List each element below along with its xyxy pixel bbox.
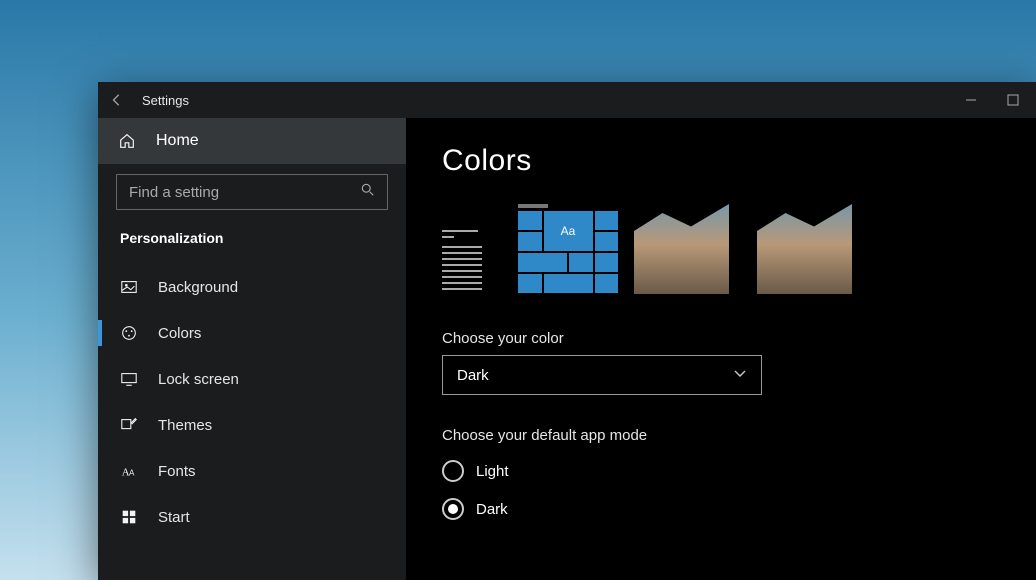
main-panel: Colors A bbox=[406, 118, 1036, 580]
search-input[interactable]: Find a setting bbox=[116, 174, 388, 210]
sidebar-item-label: Start bbox=[158, 509, 190, 526]
home-nav[interactable]: Home bbox=[98, 118, 406, 164]
home-icon bbox=[118, 132, 136, 150]
preview-start-menu: Aa bbox=[518, 204, 618, 294]
window-controls bbox=[964, 93, 1030, 107]
svg-text:A: A bbox=[129, 469, 135, 478]
sample-text-tile: Aa bbox=[544, 211, 593, 251]
radio-icon bbox=[442, 498, 464, 520]
font-icon: AA bbox=[120, 462, 138, 480]
content: Home Find a setting Personalization Back… bbox=[98, 118, 1036, 580]
home-label: Home bbox=[156, 132, 199, 150]
sidebar-item-label: Background bbox=[158, 279, 238, 296]
radio-icon bbox=[442, 460, 464, 482]
sidebar-item-label: Themes bbox=[158, 417, 212, 434]
page-title: Colors bbox=[442, 144, 1020, 178]
color-mode-label: Choose your color bbox=[442, 330, 1020, 347]
sidebar-item-themes[interactable]: Themes bbox=[98, 402, 406, 448]
app-title: Settings bbox=[142, 93, 189, 108]
sidebar: Home Find a setting Personalization Back… bbox=[98, 118, 406, 580]
picture-icon bbox=[120, 278, 138, 296]
palette-icon bbox=[120, 324, 138, 342]
titlebar-left: Settings bbox=[110, 93, 189, 108]
app-mode-light[interactable]: Light bbox=[442, 452, 1020, 490]
sidebar-item-label: Colors bbox=[158, 325, 201, 342]
color-mode-dropdown[interactable]: Dark bbox=[442, 355, 762, 395]
titlebar: Settings bbox=[98, 82, 1036, 118]
preview-system bbox=[442, 230, 502, 294]
start-icon bbox=[120, 508, 138, 526]
sidebar-item-colors[interactable]: Colors bbox=[98, 310, 406, 356]
preview-desktop bbox=[634, 204, 852, 294]
sidebar-item-fonts[interactable]: AA Fonts bbox=[98, 448, 406, 494]
monitor-icon bbox=[120, 370, 138, 388]
maximize-button[interactable] bbox=[1006, 93, 1020, 107]
radio-label: Dark bbox=[476, 501, 508, 518]
search-placeholder: Find a setting bbox=[129, 184, 219, 201]
app-mode-label: Choose your default app mode bbox=[442, 427, 1020, 444]
category-label: Personalization bbox=[98, 224, 406, 264]
search-wrap: Find a setting bbox=[98, 164, 406, 224]
app-mode-dark[interactable]: Dark bbox=[442, 490, 1020, 528]
sidebar-item-lock-screen[interactable]: Lock screen bbox=[98, 356, 406, 402]
back-icon[interactable] bbox=[110, 93, 124, 107]
color-mode-value: Dark bbox=[457, 367, 489, 384]
search-icon bbox=[361, 183, 375, 201]
brush-icon bbox=[120, 416, 138, 434]
sidebar-item-label: Fonts bbox=[158, 463, 196, 480]
settings-window: Settings Home Find a setting bbox=[98, 82, 1036, 580]
sidebar-item-background[interactable]: Background bbox=[98, 264, 406, 310]
sidebar-item-label: Lock screen bbox=[158, 371, 239, 388]
color-preview: Aa bbox=[442, 194, 1020, 294]
chevron-down-icon bbox=[733, 366, 747, 384]
radio-label: Light bbox=[476, 463, 509, 480]
minimize-button[interactable] bbox=[964, 93, 978, 107]
sidebar-item-start[interactable]: Start bbox=[98, 494, 406, 540]
